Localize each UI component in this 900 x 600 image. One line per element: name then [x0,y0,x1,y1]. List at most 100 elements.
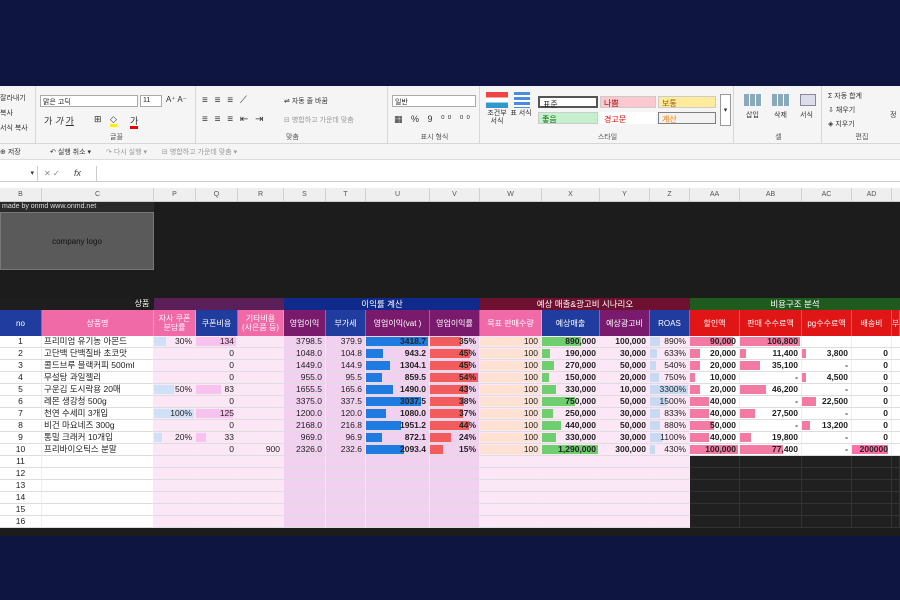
row-8-coupon-rate[interactable] [154,420,196,432]
empty-cell[interactable] [542,456,600,468]
table-format-icon[interactable] [514,92,530,108]
fill-color-button[interactable]: ◇ [110,114,126,127]
row-3-extra[interactable] [892,360,900,372]
row-6-op-profit[interactable]: 3375.0 [284,396,326,408]
row-7-coupon-rate[interactable]: 100% [154,408,196,420]
row-9-product-name[interactable]: 통밀 크래커 10개입 [42,432,154,444]
row-5-expected-sales[interactable]: 330,000 [542,384,600,396]
row-2-sales-fee[interactable]: 11,400 [740,348,802,360]
empty-cell[interactable] [430,480,480,492]
row-7-expected-ad[interactable]: 30,000 [600,408,650,420]
row-7-no[interactable]: 7 [0,408,42,420]
row-number[interactable]: 15 [0,504,42,516]
empty-cell[interactable] [852,516,892,528]
empty-cell[interactable] [802,504,852,516]
row-9-sales-fee[interactable]: 19,800 [740,432,802,444]
empty-cell[interactable] [366,516,430,528]
name-box[interactable]: ▾ [0,166,38,181]
row-7-sales-fee[interactable]: 27,500 [740,408,802,420]
row-7-target-qty[interactable]: 100 [480,408,542,420]
row-2-etc-cost[interactable] [238,348,284,360]
column-header-p[interactable]: P [154,188,196,202]
column-header-u[interactable]: U [366,188,430,202]
clear-button[interactable]: ◈ 지우기 [828,119,855,129]
row-6-no[interactable]: 6 [0,396,42,408]
row-1-roas[interactable]: 890% [650,336,690,348]
row-9-expected-sales[interactable]: 330,000 [542,432,600,444]
insert-cells-icon[interactable] [744,94,762,106]
row-10-expected-sales[interactable]: 1,290,000 [542,444,600,456]
empty-cell[interactable] [430,516,480,528]
empty-cell[interactable] [326,468,366,480]
row-1-etc-cost[interactable] [238,336,284,348]
empty-cell[interactable] [326,456,366,468]
empty-cell[interactable] [600,516,650,528]
row-3-op-profit[interactable]: 1449.0 [284,360,326,372]
empty-cell[interactable] [852,468,892,480]
delete-cells-icon[interactable] [772,94,790,106]
row-8-op-profit[interactable]: 2168.0 [284,420,326,432]
empty-cell[interactable] [892,468,900,480]
row-6-sales-fee[interactable]: - [740,396,802,408]
row-number[interactable]: 12 [0,468,42,480]
empty-cell[interactable] [600,456,650,468]
grow-font-icon[interactable]: A⁺ A⁻ [166,95,187,104]
row-10-product-name[interactable]: 프리바이오틱스 분말 [42,444,154,456]
row-6-op-profit-vat[interactable]: 3037.5 [366,396,430,408]
row-9-op-profit-vat[interactable]: 872.1 [366,432,430,444]
row-7-discount[interactable]: 40,000 [690,408,740,420]
row-1-coupon-rate[interactable]: 30% [154,336,196,348]
row-3-coupon-rate[interactable] [154,360,196,372]
empty-cell[interactable] [802,516,852,528]
row-8-vat[interactable]: 216.8 [326,420,366,432]
row-8-etc-cost[interactable] [238,420,284,432]
row-1-coupon-cost[interactable]: 134 [196,336,238,348]
empty-cell[interactable] [42,492,154,504]
empty-cell[interactable] [740,456,802,468]
header-target-qty[interactable]: 목표 판매수량 [480,310,542,336]
empty-cell[interactable] [892,480,900,492]
row-1-op-profit-vat[interactable]: 3418.7 [366,336,430,348]
empty-cell[interactable] [326,516,366,528]
table-format-button[interactable]: 표 서식 [510,110,532,118]
empty-cell[interactable] [366,456,430,468]
row-7-shipping[interactable]: 0 [852,408,892,420]
row-8-roas[interactable]: 880% [650,420,690,432]
empty-cell[interactable] [600,468,650,480]
number-format-dropdown[interactable]: 일반 [392,95,476,107]
row-1-sales-fee[interactable]: 106,800 [740,336,802,348]
empty-cell[interactable] [740,468,802,480]
empty-cell[interactable] [892,456,900,468]
row-2-op-margin[interactable]: 45% [430,348,480,360]
empty-cell[interactable] [802,480,852,492]
row-1-product-name[interactable]: 프리미엄 유기농 아몬드 [42,336,154,348]
empty-cell[interactable] [480,492,542,504]
row-4-no[interactable]: 4 [0,372,42,384]
row-5-etc-cost[interactable] [238,384,284,396]
format-cells-icon[interactable] [800,94,816,106]
empty-cell[interactable] [42,504,154,516]
row-9-op-profit[interactable]: 969.0 [284,432,326,444]
row-1-shipping[interactable] [852,336,892,348]
empty-cell[interactable] [690,456,740,468]
row-1-discount[interactable]: 90,000 [690,336,740,348]
header-roas[interactable]: ROAS [650,310,690,336]
header-discount[interactable]: 할인액 [690,310,740,336]
row-6-discount[interactable]: 40,000 [690,396,740,408]
row-6-roas[interactable]: 1500% [650,396,690,408]
header-op-margin[interactable]: 영업이익률 [430,310,480,336]
border-icon[interactable]: ⊞ [94,114,102,125]
empty-cell[interactable] [690,480,740,492]
header-expected-ad[interactable]: 예상광고비 [600,310,650,336]
conditional-format-button[interactable]: 조건부 서식 [484,110,510,126]
row-7-op-profit[interactable]: 1200.0 [284,408,326,420]
format-cells-button[interactable]: 서식 [800,110,813,120]
row-3-op-margin[interactable]: 45% [430,360,480,372]
row-7-op-margin[interactable]: 37% [430,408,480,420]
row-8-shipping[interactable]: 0 [852,420,892,432]
row-6-op-margin[interactable]: 38% [430,396,480,408]
row-1-expected-ad[interactable]: 100,000 [600,336,650,348]
qat-merge-button[interactable]: ⊟ 병합하고 가운데 맞춤 ▾ [162,147,237,157]
row-5-discount[interactable]: 20,000 [690,384,740,396]
row-5-product-name[interactable]: 구운김 도시락용 20매 [42,384,154,396]
